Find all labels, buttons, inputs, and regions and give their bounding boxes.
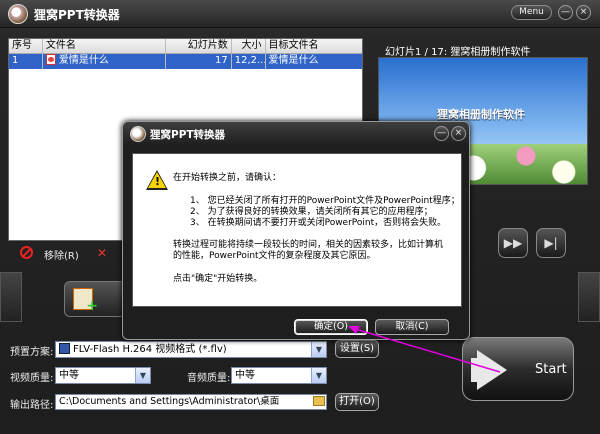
app-window: 狸窝PPT转换器 Menu — × 序号 文件名 幻灯片数 大小 目标文件名 1… [0, 0, 600, 434]
pointer-line [351, 327, 501, 373]
pointer-arrow-annotation [348, 326, 501, 373]
